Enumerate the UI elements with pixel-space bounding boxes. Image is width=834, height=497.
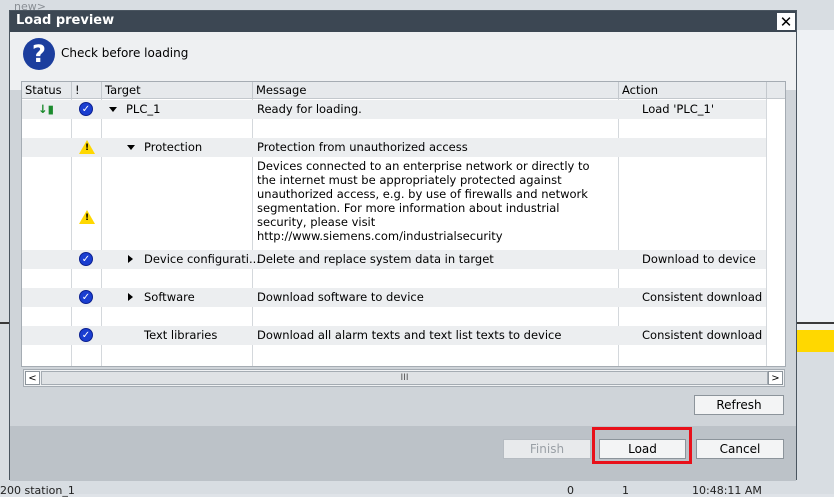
expand-right-icon[interactable]: [128, 293, 133, 301]
dialog-titlebar[interactable]: Load preview: [10, 11, 796, 32]
chevron-left-icon: <: [28, 372, 37, 384]
expand-down-icon[interactable]: [127, 145, 135, 150]
row-target: Protection: [144, 140, 203, 154]
bg-icon-strip: [797, 330, 834, 352]
table-row[interactable]: ✓ Device configurati... Delete and repla…: [22, 250, 766, 269]
bg-right-panel: [797, 30, 834, 330]
row-target: Text libraries: [144, 328, 218, 342]
row-message: Download all alarm texts and text list t…: [257, 328, 562, 342]
col-exclaim[interactable]: !: [72, 82, 102, 99]
check-icon: ✓: [79, 252, 93, 266]
row-action[interactable]: Load 'PLC_1': [642, 102, 714, 116]
row-message: Protection from unauthorized access: [257, 140, 468, 154]
chevron-right-icon: >: [771, 372, 780, 384]
security-notice: Devices connected to an enterprise netwo…: [257, 159, 590, 243]
finish-button[interactable]: Finish: [503, 439, 591, 459]
warning-icon: !: [79, 210, 95, 224]
col-status[interactable]: Status: [22, 82, 72, 99]
scroll-left-button[interactable]: <: [25, 371, 40, 385]
warning-mark: !: [85, 213, 90, 223]
dialog-title: Load preview: [16, 13, 115, 28]
scroll-thumb[interactable]: III: [41, 371, 768, 385]
close-button[interactable]: ✕: [776, 12, 796, 31]
row-message: Ready for loading.: [257, 102, 362, 116]
row-message: Download software to device: [257, 290, 424, 304]
horizontal-scrollbar[interactable]: < III >: [23, 369, 785, 387]
table-row[interactable]: ✓ Software Download software to device C…: [22, 288, 766, 307]
scroll-right-button[interactable]: >: [768, 371, 783, 385]
table-row[interactable]: ! Protection Protection from unauthorize…: [22, 138, 766, 157]
load-highlight-box: [592, 427, 692, 464]
grid-line: [766, 99, 767, 366]
table-row[interactable]: Devices connected to an enterprise netwo…: [22, 158, 766, 243]
table-row[interactable]: ↓▮ ✓ PLC_1 Ready for loading. Load 'PLC_…: [22, 100, 766, 119]
question-icon: ?: [23, 38, 55, 70]
row-action[interactable]: Consistent download: [642, 328, 762, 342]
col-action[interactable]: Action: [619, 82, 767, 99]
table-row[interactable]: ✓ Text libraries Download all alarm text…: [22, 326, 766, 345]
col-filler: [767, 82, 785, 99]
warning-icon: !: [79, 140, 95, 154]
row-message: Delete and replace system data in target: [257, 252, 494, 266]
refresh-button[interactable]: Refresh: [694, 395, 784, 415]
close-icon: ✕: [779, 12, 793, 31]
row-action[interactable]: Download to device: [642, 252, 756, 266]
check-icon: ✓: [79, 290, 93, 304]
bg-val-1: 1: [622, 484, 629, 497]
header-text: Check before loading: [61, 46, 189, 60]
row-target: Device configurati...: [144, 252, 260, 266]
warning-mark: !: [85, 143, 90, 153]
col-target[interactable]: Target: [102, 82, 253, 99]
expand-down-icon[interactable]: [109, 107, 117, 112]
expand-right-icon[interactable]: [128, 255, 133, 263]
cancel-button[interactable]: Cancel: [696, 439, 784, 459]
load-preview-dialog: Load preview ✕ ? Check before loading St…: [9, 10, 797, 481]
preview-table: Status ! Target Message Action ↓▮ ✓ PLC_…: [21, 81, 786, 367]
row-action[interactable]: Consistent download: [642, 290, 762, 304]
check-icon: ✓: [79, 328, 93, 342]
bg-val-0: 0: [567, 484, 574, 497]
check-warning-icon: ✓: [79, 102, 93, 116]
bg-time: 10:48:11 AM: [692, 484, 762, 497]
bg-station: 200 station_1: [0, 484, 75, 497]
row-target: PLC_1: [126, 102, 161, 116]
col-message[interactable]: Message: [253, 82, 619, 99]
load-arrow-icon: ↓▮: [38, 102, 54, 116]
row-target: Software: [144, 290, 195, 304]
